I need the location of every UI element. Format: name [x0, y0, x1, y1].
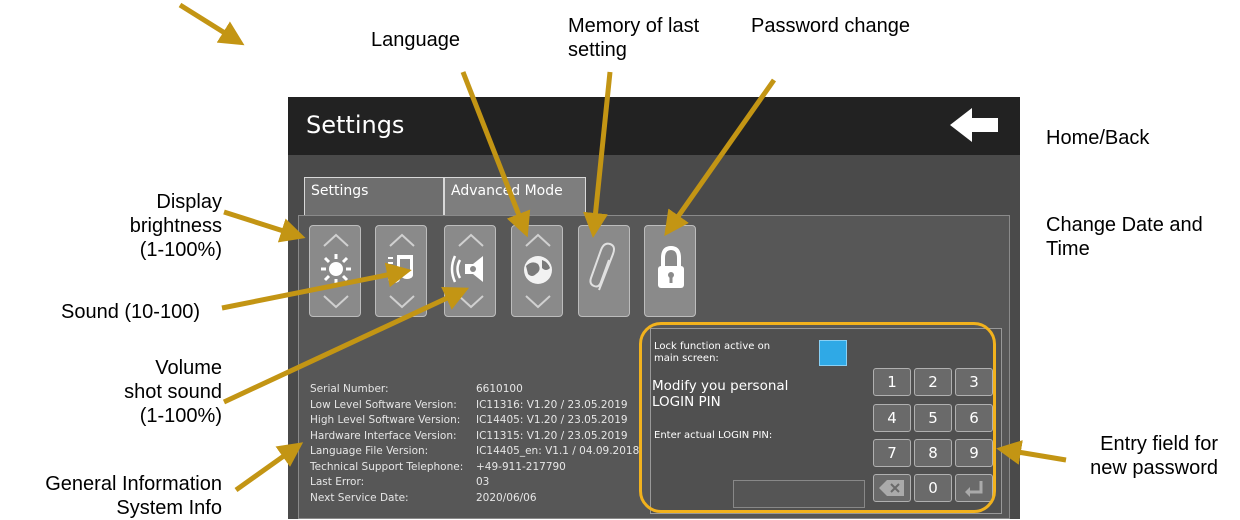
arrow-password — [664, 78, 777, 237]
arrow-entry — [996, 440, 1067, 465]
arrow-general — [234, 442, 304, 493]
arrow-sound — [221, 262, 412, 311]
annotation-arrows — [178, 2, 1067, 493]
arrow-topleft — [178, 2, 245, 46]
arrow-display — [223, 209, 306, 243]
arrow-language — [460, 71, 531, 238]
arrow-volume — [222, 287, 470, 405]
arrow-memory — [583, 71, 613, 238]
